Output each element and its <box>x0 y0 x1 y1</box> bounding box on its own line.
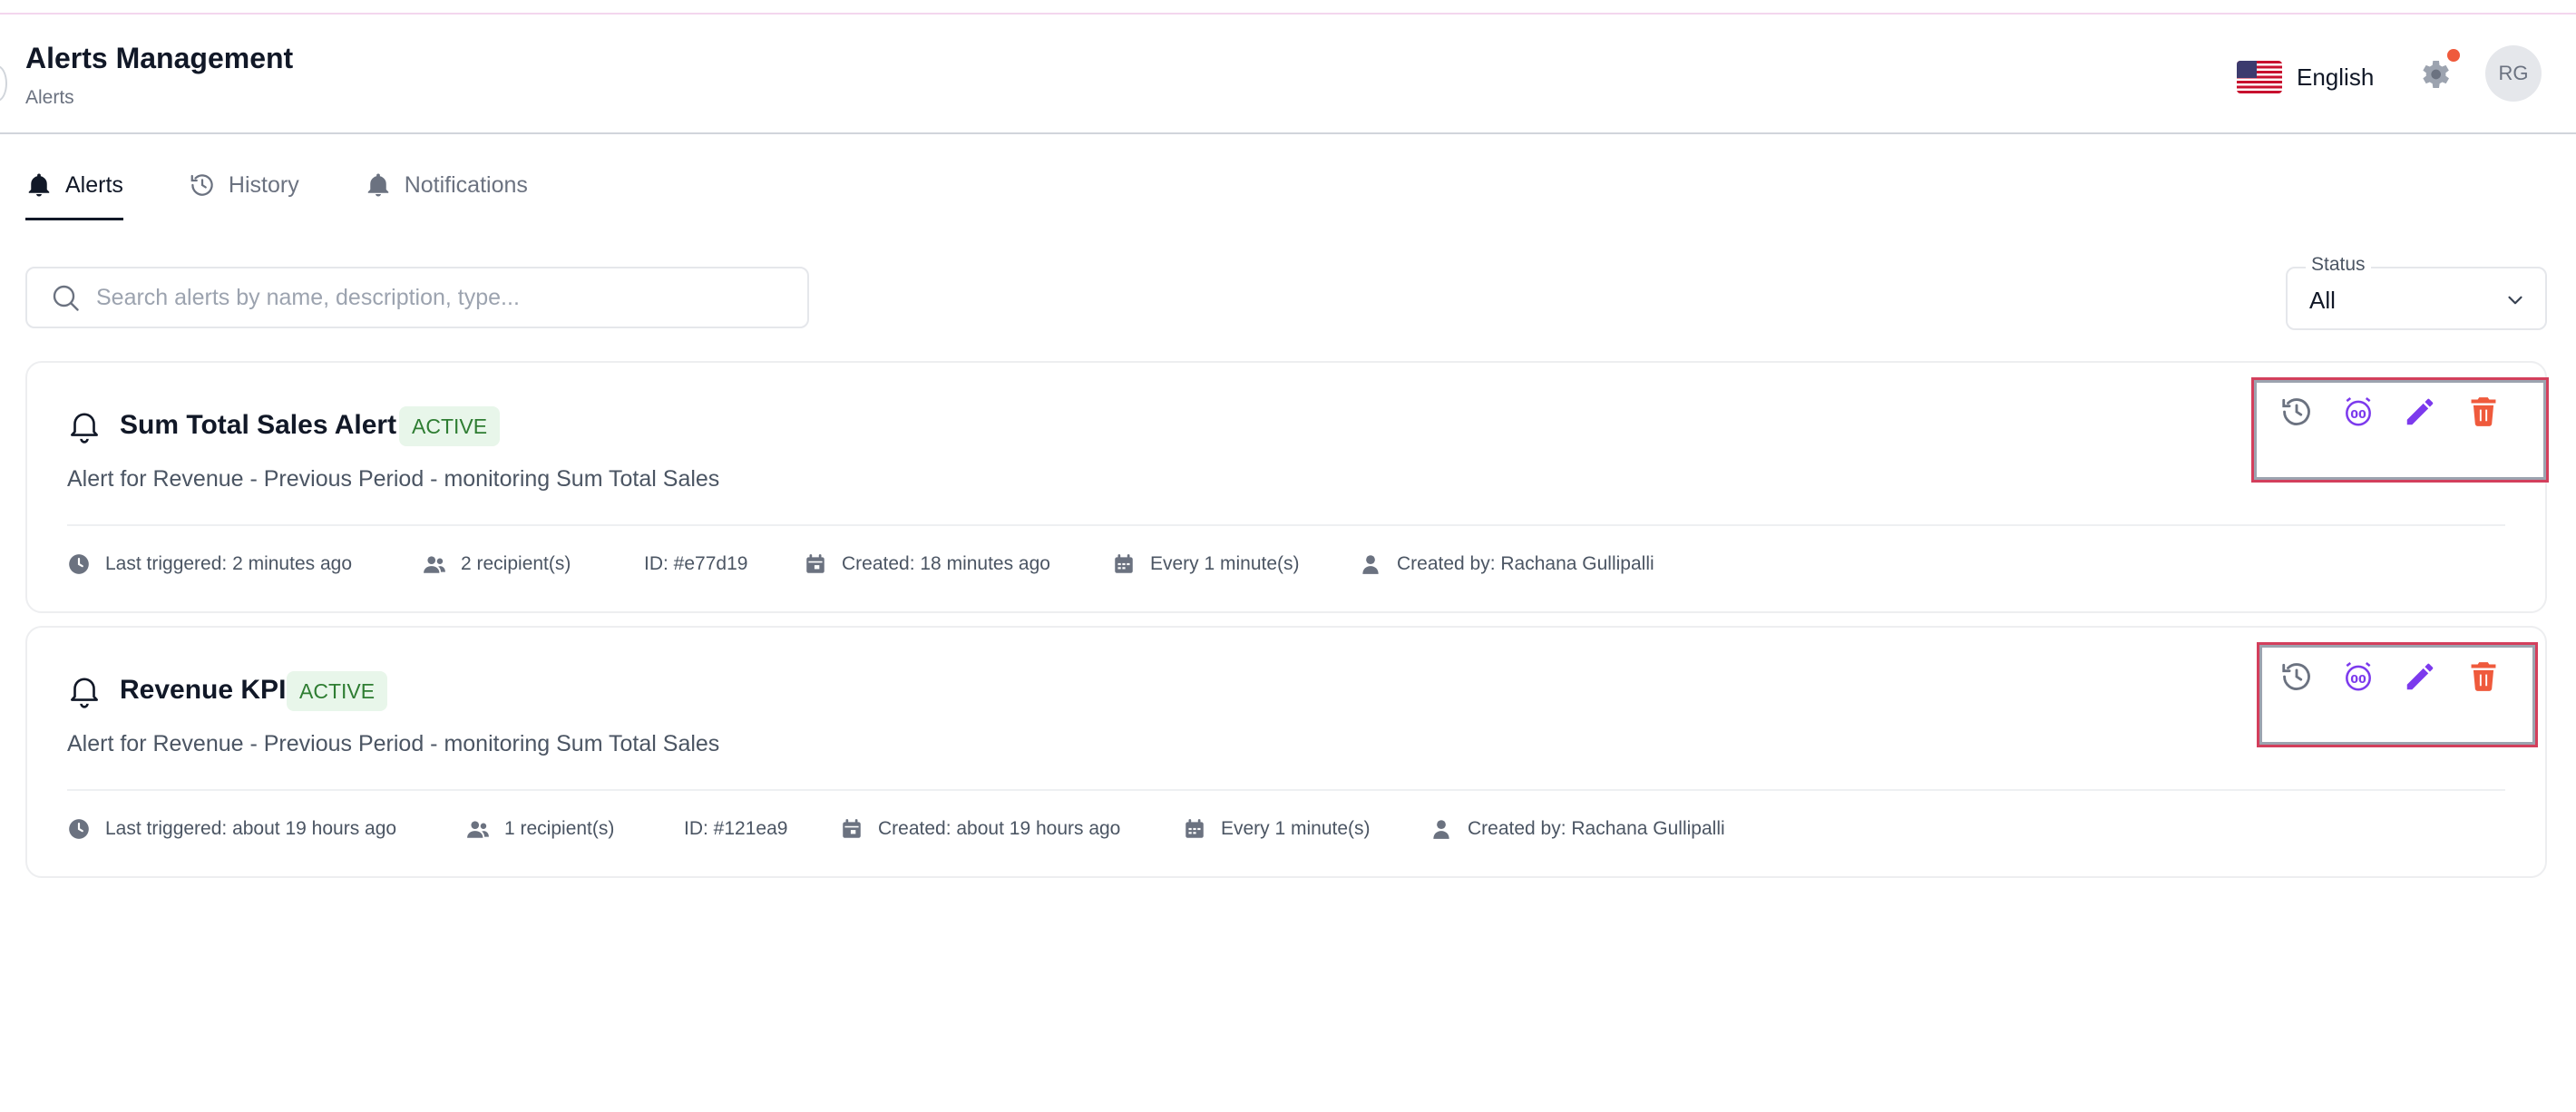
tab-history[interactable]: History <box>189 163 299 207</box>
created-by-text: Created by: Rachana Gullipalli <box>1468 818 1725 839</box>
status-filter-label: Status <box>2306 254 2371 276</box>
recipients: 1 recipient(s) <box>466 817 684 841</box>
alert-id-text: ID: #e77d19 <box>644 553 748 574</box>
clock-icon <box>69 819 89 839</box>
created-by: Created by: Rachana Gullipalli <box>1359 552 1654 576</box>
history-icon <box>2282 663 2310 690</box>
pencil-icon <box>2406 398 2434 425</box>
page-title: Alerts Management <box>25 42 294 74</box>
tab-notifications-label: Notifications <box>404 171 528 198</box>
history-icon <box>190 174 213 196</box>
created-by-text: Created by: Rachana Gullipalli <box>1397 553 1654 574</box>
frequency-text: Every 1 minute(s) <box>1221 818 1371 839</box>
bell-filled-icon <box>28 173 50 197</box>
last-triggered-text: Last triggered: about 19 hours ago <box>105 818 397 839</box>
user-icon <box>1362 555 1379 574</box>
last-triggered: Last triggered: about 19 hours ago <box>67 817 466 841</box>
status-badge: ACTIVE <box>287 671 388 711</box>
trash-icon <box>2471 397 2496 426</box>
page-header: Alerts Management Alerts English <box>0 15 2576 134</box>
alert-meta: Last triggered: 2 minutes ago 2 recipien… <box>67 546 1654 582</box>
edit-button[interactable] <box>2400 657 2440 697</box>
snooze-button[interactable]: 00 <box>2338 392 2378 432</box>
frequency: Every 1 minute(s) <box>1112 552 1359 576</box>
user-icon <box>1433 820 1449 839</box>
last-triggered: Last triggered: 2 minutes ago <box>67 552 423 576</box>
bell-outline-icon <box>71 413 98 444</box>
frequency: Every 1 minute(s) <box>1183 817 1429 841</box>
avatar[interactable]: RG <box>2485 45 2542 102</box>
chevron-down-icon <box>2508 296 2522 305</box>
created-text: Created: about 19 hours ago <box>878 818 1121 839</box>
created-text: Created: 18 minutes ago <box>842 553 1050 574</box>
alert-description: Alert for Revenue - Previous Period - mo… <box>67 466 720 492</box>
view-history-button[interactable] <box>2277 392 2317 432</box>
alert-card: Revenue KPI ACTIVE Alert for Revenue - P… <box>25 626 2547 878</box>
snooze-button[interactable]: 00 <box>2338 657 2378 697</box>
status-filter-value: All <box>2309 287 2336 314</box>
card-divider <box>67 524 2505 526</box>
tab-history-label: History <box>228 171 299 198</box>
created: Created: about 19 hours ago <box>840 817 1183 841</box>
gear-icon[interactable] <box>2416 56 2453 93</box>
users-icon <box>424 556 445 573</box>
search-icon <box>53 285 79 311</box>
alert-meta: Last triggered: about 19 hours ago 1 rec… <box>67 811 1725 847</box>
search-input[interactable] <box>96 284 804 311</box>
history-icon <box>2282 398 2310 425</box>
status-badge: ACTIVE <box>399 406 501 446</box>
breadcrumb: Alerts <box>25 87 74 108</box>
created: Created: 18 minutes ago <box>804 552 1112 576</box>
view-history-button[interactable] <box>2277 657 2317 697</box>
tab-alerts[interactable]: Alerts <box>25 163 123 220</box>
snooze-alarm-icon: 00 <box>2346 661 2371 691</box>
alert-description: Alert for Revenue - Previous Period - mo… <box>67 731 720 756</box>
calendar-grid-icon <box>1186 819 1204 838</box>
edit-button[interactable] <box>2400 392 2440 432</box>
alert-id: ID: #e77d19 <box>644 553 804 575</box>
alert-card: Sum Total Sales Alert ACTIVE Alert for R… <box>25 361 2549 613</box>
svg-text:00: 00 <box>2350 407 2366 421</box>
alert-id: ID: #121ea9 <box>684 818 840 840</box>
alert-name: Revenue KPI <box>120 675 287 705</box>
calendar-icon <box>806 554 825 573</box>
alert-id-text: ID: #121ea9 <box>684 818 788 839</box>
bell-outline-icon <box>71 678 98 708</box>
tab-bar: Alerts History Notifications <box>25 163 593 220</box>
notification-dot <box>2447 49 2460 62</box>
tab-notifications[interactable]: Notifications <box>365 163 528 207</box>
card-divider <box>67 789 2505 791</box>
delete-button[interactable] <box>2464 657 2503 697</box>
language-label: English <box>2297 63 2375 91</box>
snooze-alarm-icon: 00 <box>2346 396 2371 426</box>
sidebar-toggle[interactable] <box>0 65 7 102</box>
created-by: Created by: Rachana Gullipalli <box>1429 817 1725 841</box>
users-icon <box>467 821 489 838</box>
clock-icon <box>69 554 89 574</box>
pencil-icon <box>2406 663 2434 690</box>
search-box <box>25 267 809 328</box>
last-triggered-text: Last triggered: 2 minutes ago <box>105 553 352 574</box>
alert-name: Sum Total Sales Alert <box>120 410 397 440</box>
recipients: 2 recipient(s) <box>423 552 644 576</box>
us-flag-icon <box>2237 61 2282 93</box>
svg-text:00: 00 <box>2350 672 2366 686</box>
delete-button[interactable] <box>2464 392 2503 432</box>
frequency-text: Every 1 minute(s) <box>1150 553 1300 574</box>
calendar-grid-icon <box>1115 554 1133 573</box>
trash-icon <box>2471 662 2496 691</box>
status-filter[interactable]: Status All <box>2286 254 2547 330</box>
tab-alerts-label: Alerts <box>65 171 123 198</box>
language-selector[interactable]: English <box>2237 54 2374 100</box>
recipients-text: 1 recipient(s) <box>504 818 615 839</box>
calendar-icon <box>843 819 861 838</box>
bell-icon <box>367 173 388 197</box>
recipients-text: 2 recipient(s) <box>461 553 571 574</box>
